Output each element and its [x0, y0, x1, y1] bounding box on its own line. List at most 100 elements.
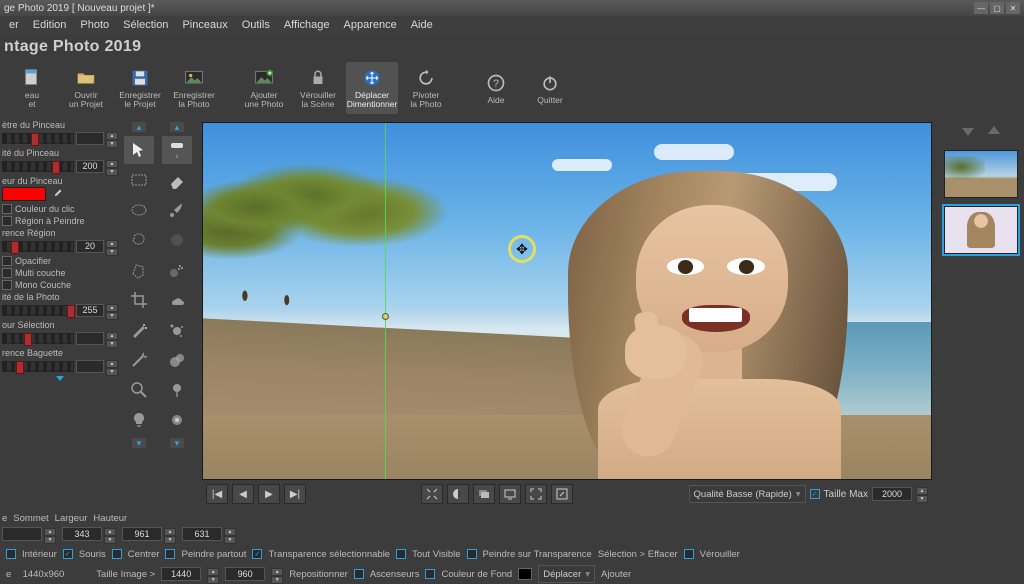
canvas[interactable]: ✥ [202, 122, 932, 480]
centrer-checkbox[interactable] [112, 549, 122, 559]
brush-opacity-field[interactable]: 200 [76, 160, 104, 173]
crop-tool[interactable] [124, 286, 154, 314]
quality-combo[interactable]: Qualité Basse (Rapide)▾ [689, 485, 806, 503]
hauteur-field[interactable]: 631 [182, 527, 222, 541]
transp-sel-checkbox[interactable]: ✓ [252, 549, 262, 559]
photo-density-slider[interactable] [2, 305, 74, 316]
brush-opacity-slider[interactable] [2, 161, 74, 172]
save-photo-button[interactable]: Enregistrerla Photo [168, 62, 220, 114]
multilayer-checkbox[interactable] [2, 268, 12, 278]
size-max-field[interactable]: 2000 [872, 487, 912, 501]
couleur-fond-checkbox[interactable] [425, 569, 435, 579]
contrast-button[interactable] [447, 484, 469, 504]
color-replace-tool[interactable] [162, 376, 192, 404]
peindre-transp-checkbox[interactable] [467, 549, 477, 559]
lock-scene-button[interactable]: Vérouillerla Scène [292, 62, 344, 114]
cloud-brush-tool[interactable] [162, 286, 192, 314]
sommet-field[interactable]: 343 [62, 527, 102, 541]
open-project-button[interactable]: Ouvrirun Projet [60, 62, 112, 114]
spinner[interactable]: ▲▼ [106, 240, 118, 253]
last-button[interactable]: ▶| [284, 484, 306, 504]
photo-density-field[interactable]: 255 [76, 304, 104, 317]
region-diff-field[interactable]: 20 [76, 240, 104, 253]
spinner[interactable]: ▲▼ [271, 568, 283, 581]
ellipse-select-tool[interactable] [124, 196, 154, 224]
souris-checkbox[interactable]: ✓ [63, 549, 73, 559]
spinner[interactable]: ▲▼ [207, 568, 219, 581]
menu-item[interactable]: Photo [75, 18, 114, 32]
region-diff-slider[interactable] [2, 241, 74, 252]
layer-thumbnail[interactable] [944, 206, 1018, 254]
deplacer-combo[interactable]: Déplacer▾ [538, 565, 595, 583]
move-down-icon[interactable] [959, 122, 977, 140]
image-height-field[interactable]: 960 [225, 567, 265, 581]
size-max-checkbox[interactable]: ✓ [810, 489, 820, 499]
click-color-checkbox[interactable] [2, 204, 12, 214]
verouiller-checkbox[interactable] [684, 549, 694, 559]
brush-tool[interactable] [162, 196, 192, 224]
expand-button[interactable] [525, 484, 547, 504]
add-photo-button[interactable]: Ajouterune Photo [238, 62, 290, 114]
spinner[interactable]: ▲▼ [224, 528, 236, 541]
menu-item[interactable]: Aide [406, 18, 438, 32]
spinner[interactable]: ▲▼ [106, 132, 118, 145]
menu-item[interactable]: Sélection [118, 18, 173, 32]
selection-color-field[interactable] [76, 332, 104, 345]
monolayer-checkbox[interactable] [2, 280, 12, 290]
menu-item[interactable]: Pinceaux [177, 18, 232, 32]
opacify-checkbox[interactable] [2, 256, 12, 266]
zoom-tool[interactable] [124, 376, 154, 404]
layers-button[interactable] [473, 484, 495, 504]
region-paint-checkbox[interactable] [2, 216, 12, 226]
quit-button[interactable]: Quitter [524, 62, 576, 114]
scroll-up-icon[interactable]: ▲ [170, 122, 184, 132]
move-resize-button[interactable]: DéplacerDimentionner [346, 62, 398, 114]
minimize-button[interactable]: — [974, 2, 988, 14]
spinner[interactable]: ▲▼ [106, 160, 118, 173]
prev-button[interactable]: ◀ [232, 484, 254, 504]
spinner[interactable]: ▲▼ [106, 304, 118, 317]
spinner[interactable]: ▲▼ [44, 528, 56, 541]
expand-icon[interactable] [56, 376, 64, 381]
wand-tool[interactable] [124, 316, 154, 344]
bgcolor-swatch[interactable] [518, 568, 532, 580]
menu-item[interactable]: Outils [237, 18, 275, 32]
paint-roller-tool[interactable] [162, 136, 192, 164]
close-button[interactable]: ✕ [1006, 2, 1020, 14]
spinner[interactable]: ▲▼ [164, 528, 176, 541]
repositionner-label[interactable]: Repositionner [289, 569, 348, 580]
eraser-tool[interactable] [162, 166, 192, 194]
image-width-field[interactable]: 1440 [161, 567, 201, 581]
first-button[interactable]: |◀ [206, 484, 228, 504]
left-field[interactable] [2, 527, 42, 541]
scroll-down-icon[interactable]: ▼ [170, 438, 184, 448]
menu-item[interactable]: Affichage [279, 18, 335, 32]
spinner[interactable]: ▲▼ [106, 360, 118, 373]
scroll-down-icon[interactable]: ▼ [132, 438, 146, 448]
ajouter-label[interactable]: Ajouter [601, 569, 631, 580]
polygon-select-tool[interactable] [124, 256, 154, 284]
bulb-tool[interactable] [124, 406, 154, 434]
save-project-button[interactable]: Enregistrerle Projet [114, 62, 166, 114]
lasso-tool[interactable] [124, 226, 154, 254]
rect-select-tool[interactable] [124, 166, 154, 194]
screen-button[interactable] [499, 484, 521, 504]
next-button[interactable]: ▶ [258, 484, 280, 504]
menu-item[interactable]: er [4, 18, 24, 32]
foreground-photo[interactable] [538, 144, 917, 479]
wand-diff-field[interactable] [76, 360, 104, 373]
art-wand-tool[interactable] [124, 346, 154, 374]
eyedropper-icon[interactable] [50, 187, 64, 201]
menu-item[interactable]: Edition [28, 18, 72, 32]
spinner[interactable]: ▲▼ [104, 528, 116, 541]
splash-tool[interactable] [162, 316, 192, 344]
help-button[interactable]: ? Aide [470, 62, 522, 114]
selection-color-slider[interactable] [2, 333, 74, 344]
selection-handle[interactable] [382, 313, 389, 320]
wand-diff-slider[interactable] [2, 361, 74, 372]
pointer-tool[interactable] [124, 136, 154, 164]
new-project-button[interactable]: eauet [6, 62, 58, 114]
maximize-button[interactable]: ▢ [990, 2, 1004, 14]
brush-color-swatch[interactable] [2, 187, 46, 201]
sel-effacer-label[interactable]: Sélection > Effacer [598, 549, 678, 560]
